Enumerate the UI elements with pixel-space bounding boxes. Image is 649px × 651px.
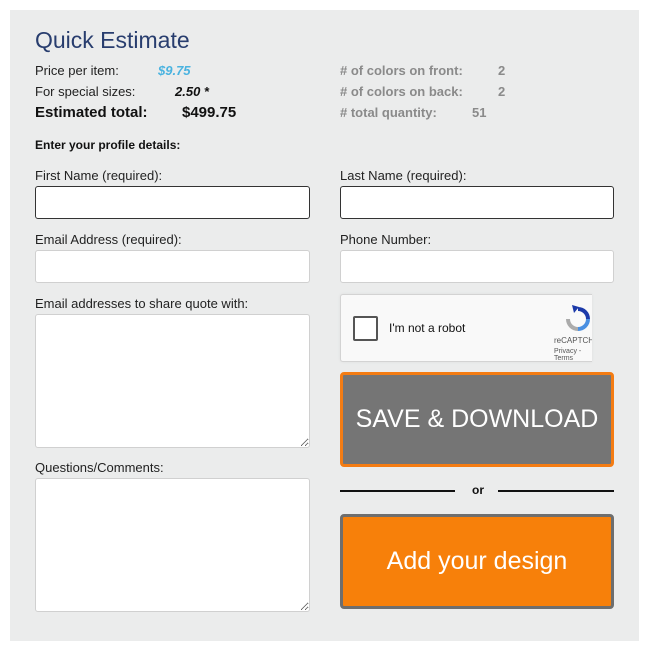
or-divider-right xyxy=(498,490,614,492)
add-design-button[interactable]: Add your design xyxy=(340,514,614,609)
price-per-item-value: $9.75 xyxy=(158,63,191,78)
recaptcha-icon xyxy=(566,305,590,331)
share-emails-label: Email addresses to share quote with: xyxy=(35,296,249,311)
colors-back-value: 2 xyxy=(498,84,506,99)
quick-estimate-panel: Quick Estimate Price per item: $9.75 For… xyxy=(10,10,639,641)
colors-front-label: # of colors on front: xyxy=(340,63,463,78)
profile-heading: Enter your profile details: xyxy=(35,138,181,152)
estimated-total-value: $499.75 xyxy=(182,104,237,121)
price-per-item-label: Price per item: xyxy=(35,63,119,78)
colors-front-value: 2 xyxy=(498,63,506,78)
comments-textarea[interactable] xyxy=(35,478,310,612)
or-divider-left xyxy=(340,490,455,492)
share-emails-textarea[interactable] xyxy=(35,314,310,448)
special-sizes-label: For special sizes: xyxy=(35,84,136,99)
first-name-input[interactable] xyxy=(35,186,310,219)
colors-back-label: # of colors on back: xyxy=(340,84,463,99)
phone-input[interactable] xyxy=(340,250,614,283)
phone-label: Phone Number: xyxy=(340,232,432,247)
total-quantity-value: 51 xyxy=(472,105,487,120)
email-input[interactable] xyxy=(35,250,310,283)
special-sizes-value: 2.50 * xyxy=(175,84,209,99)
recaptcha-label: I'm not a robot xyxy=(389,321,466,335)
estimated-total-label: Estimated total: xyxy=(35,104,148,121)
recaptcha-brand: reCAPTCHA xyxy=(554,336,592,345)
last-name-label: Last Name (required): xyxy=(340,168,467,183)
save-download-button[interactable]: SAVE & DOWNLOAD xyxy=(340,372,614,467)
recaptcha-checkbox[interactable] xyxy=(353,316,378,341)
or-divider-label: or xyxy=(472,483,484,497)
comments-label: Questions/Comments: xyxy=(35,460,164,475)
last-name-input[interactable] xyxy=(340,186,614,219)
first-name-label: First Name (required): xyxy=(35,168,163,183)
email-label: Email Address (required): xyxy=(35,232,182,247)
recaptcha-links[interactable]: Privacy - Terms xyxy=(554,348,592,361)
recaptcha-widget: I'm not a robot reCAPTCHA Privacy - Term… xyxy=(340,294,592,362)
total-quantity-label: # total quantity: xyxy=(340,105,437,120)
page-title: Quick Estimate xyxy=(35,27,190,53)
